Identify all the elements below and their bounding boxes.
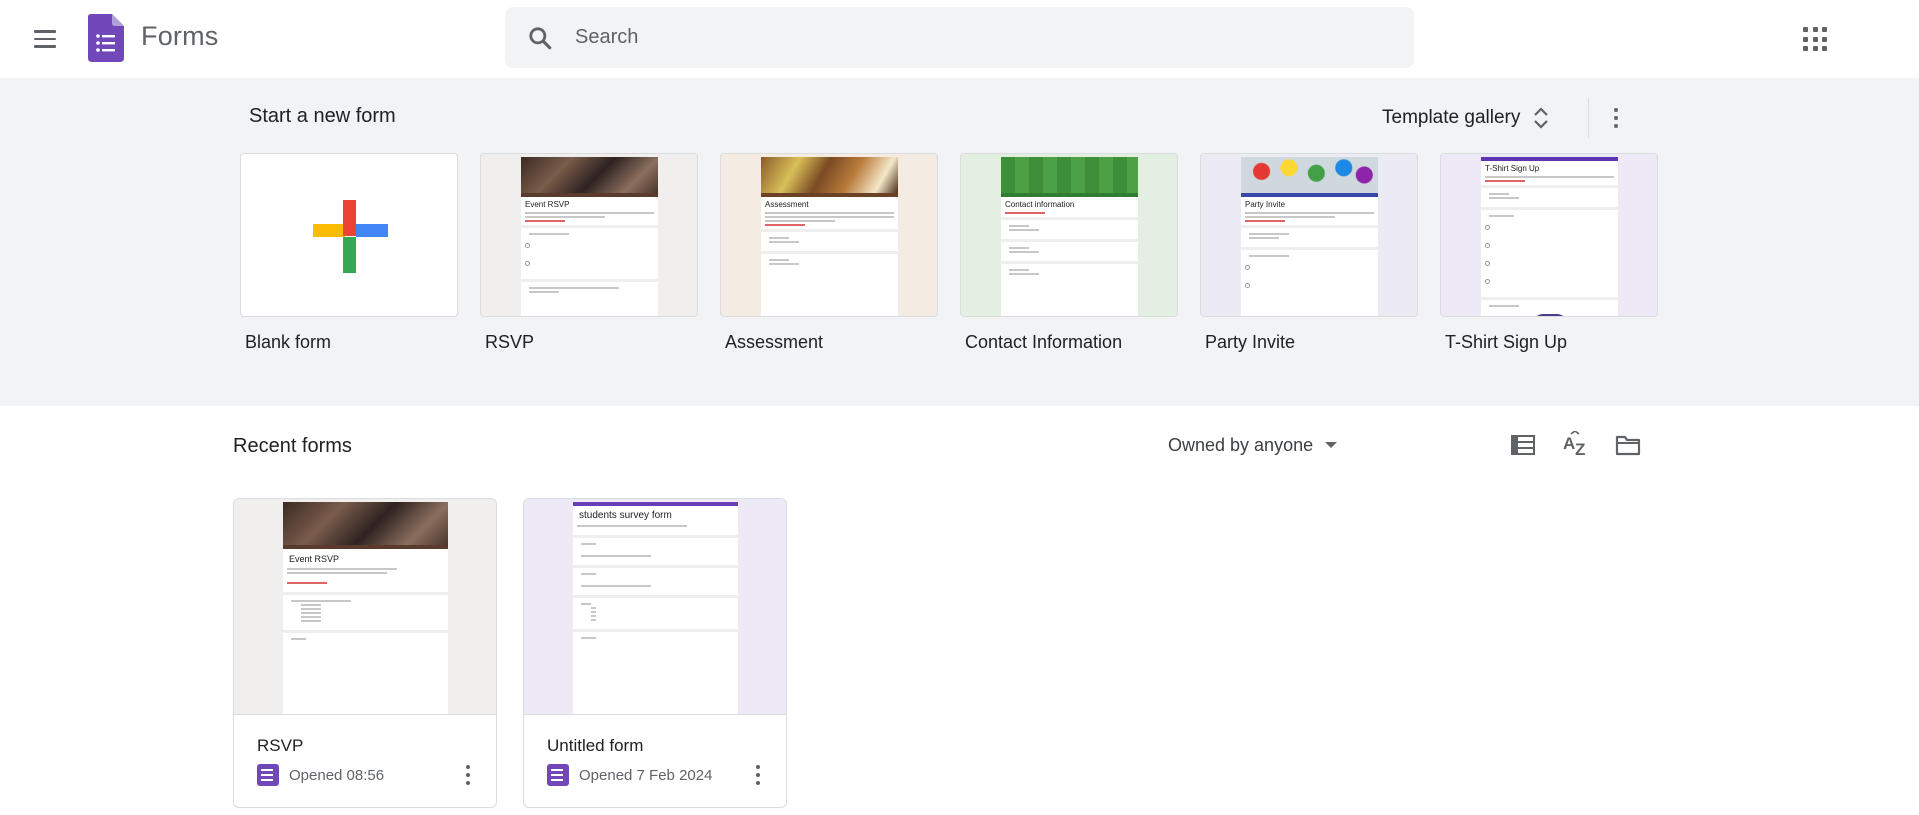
forms-file-icon	[257, 764, 279, 786]
divider	[1588, 98, 1589, 138]
template-thumbnail[interactable]	[240, 153, 458, 317]
template-label: Party Invite	[1205, 332, 1296, 352]
more-options-icon[interactable]	[1604, 98, 1628, 138]
form-preview: students survey form	[573, 502, 738, 714]
template-thumbnail[interactable]: Party Invite	[1200, 153, 1418, 317]
recent-forms-title: Recent forms	[233, 435, 352, 457]
preview-title: students survey form	[579, 510, 672, 521]
form-preview: Event RSVP	[521, 157, 658, 316]
recent-form-card[interactable]: students survey form Untitled form Opene…	[523, 498, 787, 808]
template-label: Assessment	[725, 332, 824, 352]
app-title[interactable]: Forms	[141, 21, 219, 52]
template-label: Blank form	[245, 332, 332, 352]
search-icon[interactable]	[527, 25, 553, 51]
preview-title: T-Shirt Sign Up	[1485, 164, 1540, 173]
template-label: Contact Information	[965, 332, 1123, 352]
template-label: T-Shirt Sign Up	[1445, 332, 1568, 352]
template-gallery-label: Template gallery	[1382, 107, 1521, 128]
app-header: Forms	[0, 0, 1919, 78]
preview-title: Contact information	[1005, 200, 1075, 209]
form-preview: Contact information	[1001, 157, 1138, 316]
template-contact-information[interactable]: Contact information Contact Information	[960, 153, 1178, 353]
unfold-icon	[1534, 107, 1549, 129]
start-new-form-section: Start a new form Template gallery Blank …	[0, 78, 1919, 406]
template-assessment[interactable]: Assessment Assessment	[720, 153, 938, 353]
form-thumbnail[interactable]: students survey form	[524, 499, 786, 715]
opened-date: Opened 08:56	[289, 766, 385, 784]
template-label: RSVP	[485, 332, 535, 352]
template-blank-form[interactable]: Blank form	[240, 153, 458, 353]
form-meta: Opened 7 Feb 2024	[547, 764, 712, 786]
main-menu-icon[interactable]	[25, 19, 65, 59]
search-bar[interactable]	[505, 7, 1414, 68]
list-view-icon[interactable]	[1506, 428, 1540, 462]
preview-title: Party Invite	[1245, 200, 1286, 209]
template-thumbnail[interactable]: Event RSVP	[480, 153, 698, 317]
forms-file-icon	[547, 764, 569, 786]
forms-logo-icon[interactable]	[88, 14, 124, 62]
owner-filter-dropdown[interactable]: Owned by anyone	[1168, 430, 1338, 460]
preview-title: Assessment	[765, 200, 809, 209]
template-tshirt-sign-up[interactable]: T-Shirt Sign Up T-Shirt Sign Up	[1440, 153, 1658, 353]
template-thumbnail[interactable]: Contact information	[960, 153, 1178, 317]
preview-title: Event RSVP	[289, 554, 340, 564]
form-preview: Event RSVP	[283, 502, 448, 714]
more-options-icon[interactable]	[458, 759, 478, 791]
form-preview: Assessment	[761, 157, 898, 316]
plus-icon	[313, 200, 388, 273]
svg-text:A: A	[1563, 434, 1575, 453]
form-preview: Party Invite	[1241, 157, 1378, 316]
form-name: Untitled form	[547, 736, 644, 755]
template-party-invite[interactable]: Party Invite Party Invite	[1200, 153, 1418, 353]
owner-filter-label: Owned by anyone	[1168, 434, 1314, 455]
dropdown-caret-icon	[1325, 442, 1338, 448]
opened-date: Opened 7 Feb 2024	[579, 766, 713, 784]
form-preview: T-Shirt Sign Up	[1481, 157, 1618, 316]
template-rsvp[interactable]: Event RSVP RSVP	[480, 153, 698, 353]
template-thumbnail[interactable]: Assessment	[720, 153, 938, 317]
search-input[interactable]	[575, 7, 1395, 68]
more-options-icon[interactable]	[748, 759, 768, 791]
open-file-picker-icon[interactable]	[1611, 428, 1645, 462]
sort-az-icon[interactable]: A Z	[1559, 428, 1593, 462]
svg-text:Z: Z	[1575, 440, 1585, 459]
recent-form-card[interactable]: Event RSVP RSVP Opened 08:56	[233, 498, 497, 808]
form-thumbnail[interactable]: Event RSVP	[234, 499, 496, 715]
google-apps-icon[interactable]	[1800, 24, 1830, 54]
form-name: RSVP	[257, 736, 304, 755]
preview-title: Event RSVP	[525, 200, 570, 209]
section-title: Start a new form	[249, 105, 396, 127]
template-thumbnail[interactable]: T-Shirt Sign Up	[1440, 153, 1658, 317]
template-gallery-button[interactable]: Template gallery	[1382, 98, 1550, 138]
form-meta: Opened 08:56	[257, 764, 384, 786]
